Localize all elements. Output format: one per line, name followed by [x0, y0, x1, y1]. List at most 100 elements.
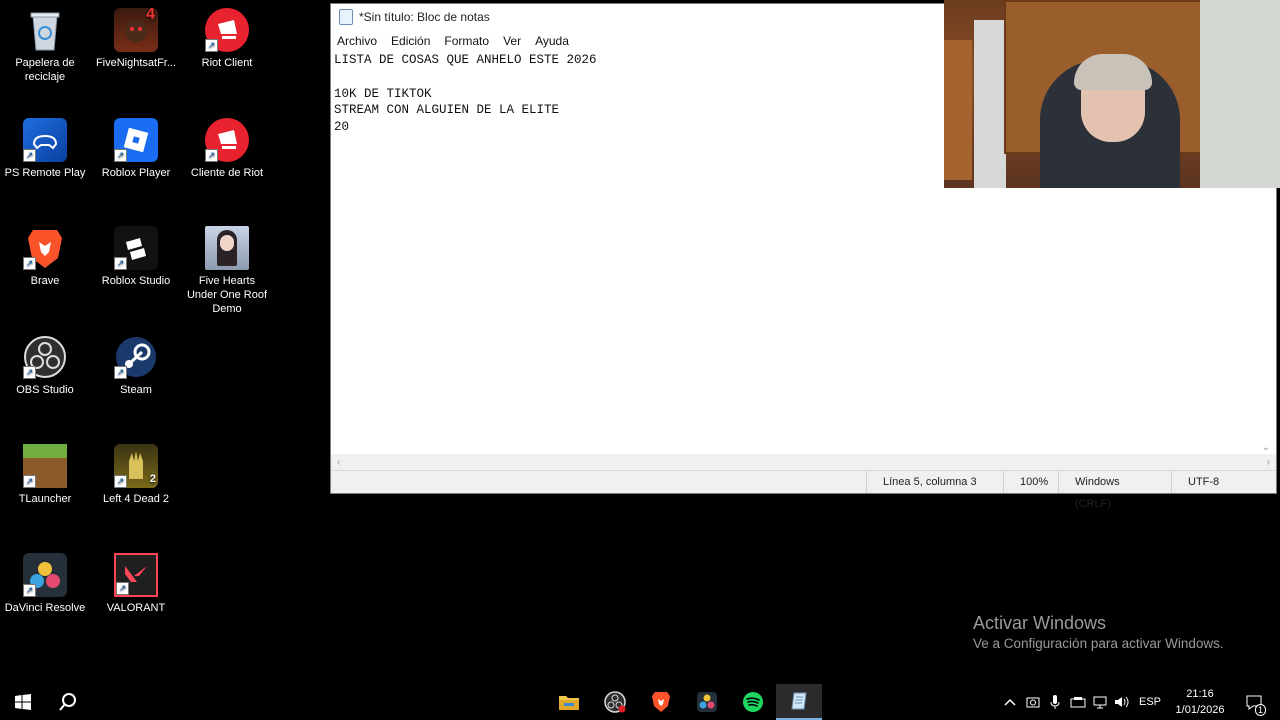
tray-volume[interactable]: [1112, 684, 1132, 720]
shortcut-arrow-icon: ↗: [23, 257, 36, 270]
game-cover-icon: [205, 226, 249, 270]
tray-app[interactable]: [1024, 684, 1042, 720]
valorant-icon: ↗: [114, 553, 158, 597]
desktop-icon-roblox-studio[interactable]: ↗ Roblox Studio: [92, 226, 180, 288]
desktop-icon-label: FiveNightsatFr...: [95, 57, 177, 69]
shortcut-arrow-icon: ↗: [23, 584, 36, 597]
desktop-icon-obs[interactable]: ↗ OBS Studio: [1, 335, 89, 397]
taskbar: ESP 21:16 1/01/2026 1: [0, 684, 1280, 720]
scroll-left-icon[interactable]: ‹: [337, 457, 340, 468]
davinci-icon: [697, 692, 717, 712]
desktop-icon-brave[interactable]: ↗ Brave: [1, 226, 89, 288]
desktop-icon-label: Left 4 Dead 2: [102, 493, 170, 505]
clock-time: 21:16: [1186, 688, 1214, 700]
riot-icon: ↗: [205, 118, 249, 162]
start-button[interactable]: [0, 684, 46, 720]
taskbar-brave[interactable]: [638, 684, 684, 720]
clock-date: 1/01/2026: [1175, 704, 1225, 716]
desktop-icon-recycle-bin[interactable]: Papelera de reciclaje: [1, 8, 89, 84]
minecraft-icon: ↗: [23, 444, 67, 488]
desktop-icon-label: Riot Client: [201, 57, 253, 69]
search-icon: [59, 693, 76, 711]
tray-microphone[interactable]: [1046, 684, 1064, 720]
obs-icon: [604, 691, 626, 713]
menu-ver[interactable]: Ver: [503, 34, 521, 48]
notepad-title: *Sin título: Bloc de notas: [359, 10, 490, 24]
activate-windows-watermark: Activar Windows Ve a Configuración para …: [973, 612, 1224, 654]
shortcut-arrow-icon: ↗: [205, 39, 218, 52]
menu-formato[interactable]: Formato: [444, 34, 489, 48]
status-encoding: UTF-8: [1171, 471, 1276, 493]
fnaf-icon: 4: [114, 7, 158, 52]
search-button[interactable]: [45, 684, 91, 720]
status-zoom: 100%: [1003, 471, 1058, 493]
network-icon: [1093, 696, 1107, 709]
watermark-title: Activar Windows: [973, 613, 1107, 633]
desktop-icon-label: DaVinci Resolve: [4, 602, 86, 614]
desktop-icon-ps-remote-play[interactable]: ↗ PS Remote Play: [1, 118, 89, 180]
microphone-icon: [1050, 695, 1060, 709]
shortcut-arrow-icon: ↗: [205, 149, 218, 162]
status-line-ending: Windows (CRLF): [1058, 471, 1171, 510]
shortcut-arrow-icon: ↗: [23, 366, 36, 379]
roblox-icon: ↗: [114, 118, 158, 162]
desktop-icon-l4d2[interactable]: 2 ↗ Left 4 Dead 2: [92, 444, 180, 506]
menu-edicion[interactable]: Edición: [391, 34, 430, 48]
brave-icon: [652, 692, 670, 712]
desktop-icon-davinci[interactable]: ↗ DaVinci Resolve: [1, 553, 89, 615]
watermark-subtitle: Ve a Configuración para activar Windows.: [973, 636, 1224, 651]
spotify-icon: [743, 692, 763, 712]
desktop-icon-valorant[interactable]: ↗ VALORANT: [92, 553, 180, 615]
desktop-icon-steam[interactable]: ↗ Steam: [92, 335, 180, 397]
status-cursor-position: Línea 5, columna 3: [866, 471, 1003, 493]
notepad-statusbar: Línea 5, columna 3 100% Windows (CRLF) U…: [331, 470, 1276, 510]
desktop-icon-riot-client[interactable]: ↗ Riot Client: [183, 8, 271, 70]
taskbar-file-explorer[interactable]: [546, 684, 592, 720]
windows-logo-icon: [15, 694, 31, 710]
volume-icon: [1115, 696, 1129, 708]
desktop-icon-label: Roblox Studio: [101, 275, 171, 287]
taskbar-obs[interactable]: [592, 684, 638, 720]
taskbar-notepad[interactable]: [776, 684, 822, 720]
roblox-studio-icon: ↗: [114, 226, 158, 270]
desktop-icon-label: Five Hearts Under One Roof Demo: [186, 275, 268, 315]
desktop-icon-cliente-riot[interactable]: ↗ Cliente de Riot: [183, 118, 271, 180]
desktop-icon-fnaf[interactable]: 4 FiveNightsatFr...: [92, 7, 180, 70]
scroll-down-icon[interactable]: ⌄: [1262, 442, 1270, 453]
davinci-icon: ↗: [23, 553, 67, 597]
desktop-icon-label: PS Remote Play: [4, 167, 86, 179]
desktop-icon-roblox-player[interactable]: ↗ Roblox Player: [92, 118, 180, 180]
taskbar-clock[interactable]: 21:16 1/01/2026: [1170, 686, 1230, 718]
chevron-up-icon: [1004, 698, 1016, 706]
shortcut-arrow-icon: ↗: [114, 366, 127, 379]
menu-ayuda[interactable]: Ayuda: [535, 34, 569, 48]
show-hidden-icons[interactable]: [1000, 684, 1020, 720]
notepad-icon: [339, 9, 353, 25]
shortcut-arrow-icon: ↗: [114, 257, 127, 270]
usb-device-icon: [1070, 697, 1086, 708]
desktop-icon-label: Steam: [120, 384, 152, 396]
action-center-button[interactable]: 1: [1240, 684, 1268, 720]
tray-network[interactable]: [1090, 684, 1110, 720]
desktop-icon-label: Roblox Player: [101, 167, 171, 179]
tray-language[interactable]: ESP: [1136, 684, 1164, 720]
taskbar-davinci[interactable]: [684, 684, 730, 720]
shortcut-arrow-icon: ↗: [23, 475, 36, 488]
shortcut-arrow-icon: ↗: [114, 475, 127, 488]
shortcut-arrow-icon: ↗: [116, 582, 129, 595]
menu-archivo[interactable]: Archivo: [337, 34, 377, 48]
notepad-icon: [791, 692, 807, 710]
shortcut-arrow-icon: ↗: [23, 149, 36, 162]
desktop-icon-five-hearts[interactable]: Five Hearts Under One Roof Demo: [183, 226, 271, 316]
desktop-icon-tlauncher[interactable]: ↗ TLauncher: [1, 444, 89, 506]
riot-icon: ↗: [205, 8, 249, 52]
horizontal-scrollbar[interactable]: ‹ ›: [331, 454, 1276, 470]
notification-count: 1: [1254, 704, 1266, 716]
recycle-bin-icon: [23, 8, 67, 52]
desktop-icon-label: VALORANT: [106, 602, 166, 614]
tray-usb[interactable]: [1068, 684, 1088, 720]
taskbar-spotify[interactable]: [730, 684, 776, 720]
webcam-overlay: [944, 0, 1280, 188]
desktop-icon-label: Cliente de Riot: [190, 167, 264, 179]
scroll-right-icon[interactable]: ›: [1267, 457, 1270, 468]
